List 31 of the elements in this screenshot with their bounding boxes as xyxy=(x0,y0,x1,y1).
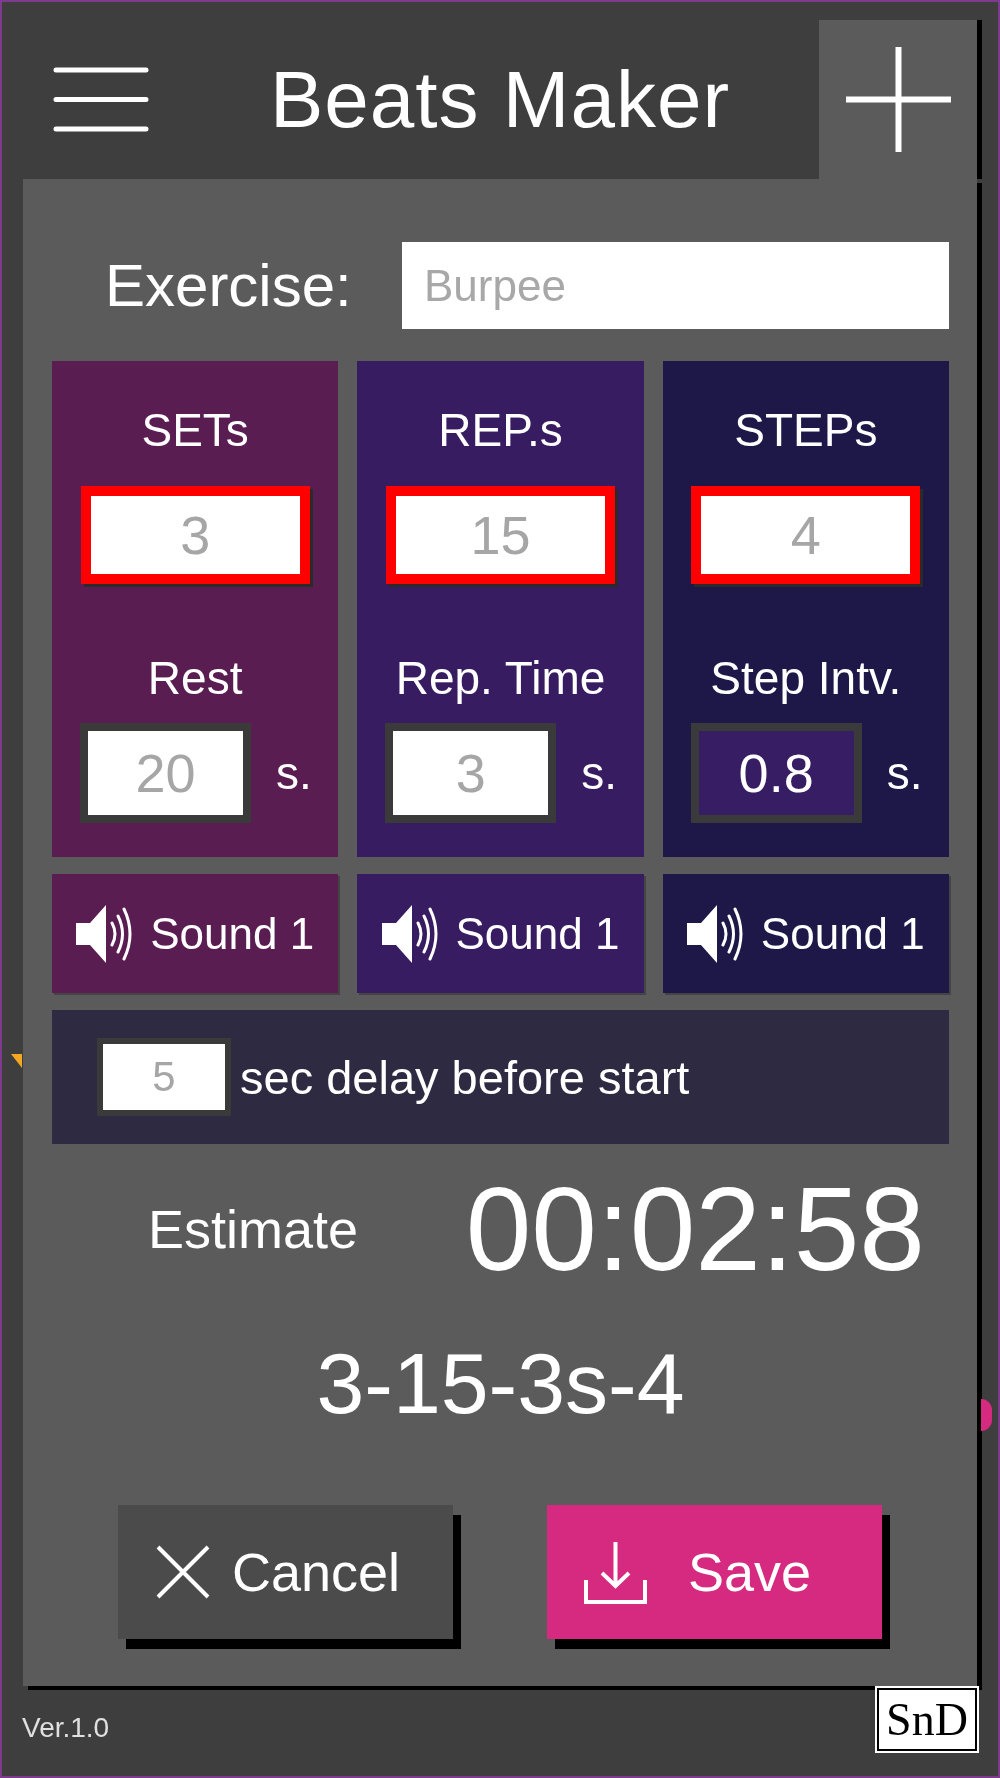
interval-label: Rest xyxy=(147,655,243,701)
app-title: Beats Maker xyxy=(269,59,731,140)
exercise-label: Exercise: xyxy=(105,255,352,316)
version-text: Ver.1.0 xyxy=(22,1714,110,1742)
panel-title: STEPs xyxy=(734,407,878,453)
count-input[interactable]: 4 xyxy=(691,486,921,584)
unit-label: s. xyxy=(581,750,618,796)
workout-summary: 3-15-3s-4 xyxy=(316,1340,685,1426)
interval-input[interactable]: 0.8 xyxy=(690,723,862,823)
download-icon xyxy=(584,1540,647,1604)
sound-button[interactable]: Sound 1 xyxy=(52,874,339,993)
menu-icon[interactable] xyxy=(53,67,149,132)
estimate-time: 00:02:58 xyxy=(465,1170,925,1288)
interval-input[interactable]: 20 xyxy=(80,723,251,823)
logo: SnD xyxy=(877,1688,977,1751)
count-input[interactable]: 3 xyxy=(80,486,310,584)
unit-label: s. xyxy=(276,750,312,796)
sound-button[interactable]: Sound 1 xyxy=(662,874,949,993)
delay-input[interactable]: 5 xyxy=(97,1038,231,1116)
panel-title: SETs xyxy=(141,407,249,453)
half-disc-marker-icon xyxy=(981,1399,992,1431)
panel-title: REP.s xyxy=(438,407,563,453)
interval-input[interactable]: 3 xyxy=(385,723,557,823)
close-icon xyxy=(155,1544,211,1600)
exercise-input[interactable]: Burpee xyxy=(402,242,949,329)
triangle-marker-icon xyxy=(11,1054,22,1068)
count-input[interactable]: 15 xyxy=(386,486,615,584)
unit-label: s. xyxy=(886,750,923,796)
estimate-label: Estimate xyxy=(148,1202,359,1256)
plus-icon xyxy=(845,47,951,152)
sound-button[interactable]: Sound 1 xyxy=(357,874,644,993)
